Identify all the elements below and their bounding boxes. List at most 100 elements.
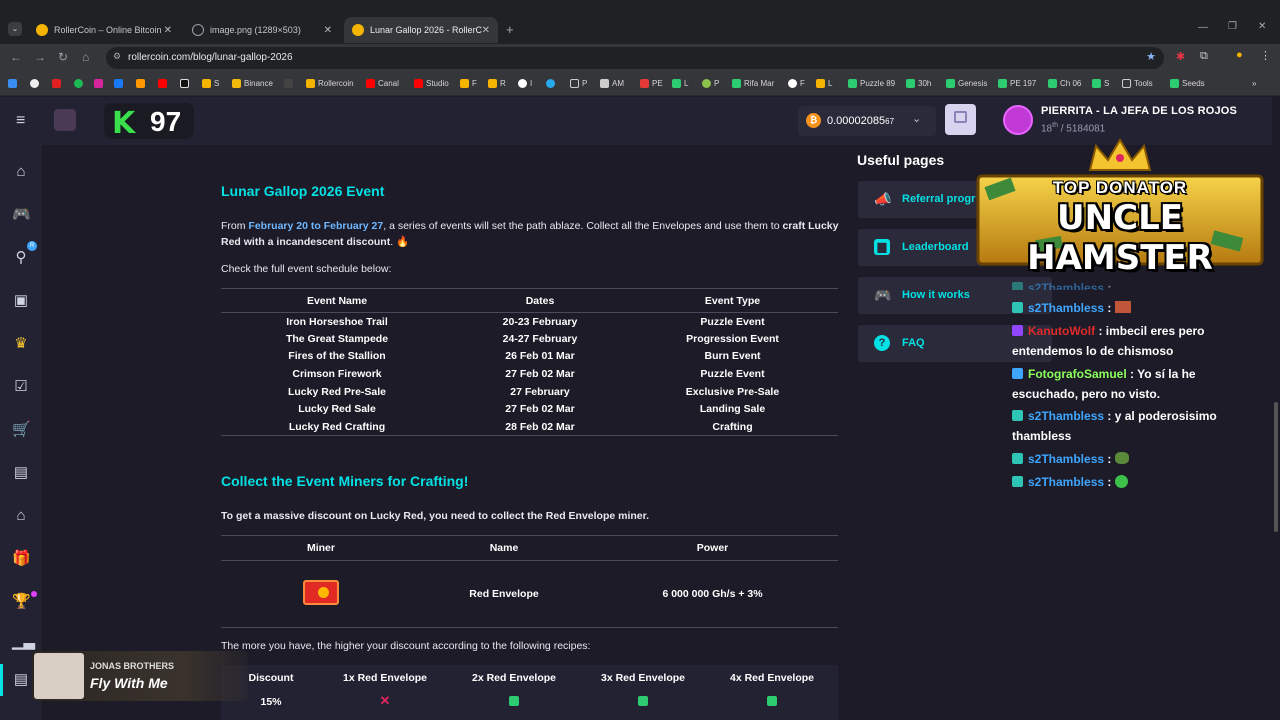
- gift-icon[interactable]: 🎁: [12, 550, 31, 568]
- column-header: Miner: [221, 535, 421, 561]
- crown-icon[interactable]: ♛: [12, 335, 30, 353]
- bookmark-canal[interactable]: Canal: [366, 79, 399, 88]
- username: PIERRITA - LA JEFA DE LOS ROJOS: [1041, 105, 1238, 117]
- bookmark-tools[interactable]: Tools: [1122, 79, 1153, 88]
- referral-icon[interactable]: ⚲: [12, 249, 30, 267]
- profile-icon[interactable]: ●: [1236, 49, 1243, 61]
- bookmark-icon[interactable]: [284, 79, 296, 88]
- bookmark-studio[interactable]: Studio: [414, 79, 449, 88]
- column-header: Dates: [453, 288, 627, 313]
- bookmark-binance[interactable]: Binance: [232, 79, 273, 88]
- scrollbar-thumb[interactable]: [1274, 402, 1278, 532]
- now-playing-overlay: JONAS BROTHERS Fly With Me: [32, 651, 248, 701]
- section-text: To get a massive discount on Lucky Red, …: [221, 510, 650, 522]
- back-icon[interactable]: ←: [10, 50, 22, 64]
- bookmark-30h[interactable]: 30h: [906, 79, 931, 88]
- bookmark-folder-p[interactable]: P: [570, 79, 587, 88]
- bookmark-rifa-mar[interactable]: Rifa Mar: [732, 79, 774, 88]
- article-intro: From February 20 to February 27, a serie…: [221, 220, 839, 248]
- address-bar[interactable]: ⚙ rollercoin.com/blog/lunar-gallop-2026 …: [106, 47, 1164, 69]
- trophy-icon[interactable]: 🏆: [12, 593, 31, 611]
- table-row: Fires of the Stallion 26 Feb 01 Mar Burn E…: [288, 350, 761, 363]
- close-tab-icon[interactable]: ✕: [164, 25, 172, 36]
- bookmark-rollercoin[interactable]: Rollercoin: [306, 79, 354, 88]
- bookmark-icon[interactable]: [114, 79, 126, 88]
- wallet-button[interactable]: [945, 104, 976, 135]
- events-icon[interactable]: ▣: [12, 292, 30, 310]
- close-tab-icon[interactable]: ✕: [324, 25, 332, 36]
- marketplace-icon[interactable]: 🛒: [12, 421, 31, 439]
- bookmark-icon[interactable]: [94, 79, 106, 88]
- bookmark-seeds[interactable]: Seeds: [1170, 79, 1205, 88]
- article-title: Lunar Gallop 2026 Event: [221, 183, 385, 199]
- bookmark-l2[interactable]: L: [816, 79, 832, 88]
- scrollbar[interactable]: [1272, 97, 1280, 720]
- bookmark-puzzle-89[interactable]: Puzzle 89: [848, 79, 895, 88]
- extensions-puzzle-icon[interactable]: ⧉: [1200, 50, 1208, 63]
- site-info-icon[interactable]: ⚙: [113, 51, 121, 62]
- bookmark-r[interactable]: R: [488, 79, 506, 88]
- chat-message: s2Thambless :: [1012, 472, 1242, 492]
- minimize-icon[interactable]: —: [1198, 22, 1208, 33]
- miner-table: Miner Name Power Red Envelope 6 000 000 …: [221, 535, 838, 628]
- game-logo-icon[interactable]: [54, 109, 76, 131]
- chat-badge-icon: [1012, 453, 1023, 464]
- check-icon: [454, 696, 574, 709]
- bookmark-icon[interactable]: [52, 79, 64, 88]
- emote-icon: [1114, 301, 1131, 313]
- bookmark-icon[interactable]: [136, 79, 148, 88]
- bookmark-f[interactable]: F: [460, 79, 477, 88]
- avatar[interactable]: [1003, 105, 1033, 135]
- more-bookmarks-icon[interactable]: »: [1252, 79, 1256, 88]
- donator-label: TOP DONATOR: [1052, 178, 1188, 197]
- bookmark-pe[interactable]: PE: [640, 79, 663, 88]
- tab-image[interactable]: image.png (1289×503) ✕: [184, 18, 340, 42]
- bookmark-icon[interactable]: [158, 79, 170, 88]
- bookmark-star-icon[interactable]: ★: [1146, 50, 1156, 63]
- home-icon[interactable]: ⌂: [12, 163, 30, 181]
- table-row: Iron Horseshoe Trail 20-23 February Puzzle…: [286, 315, 765, 328]
- bookmark-icon[interactable]: [74, 79, 86, 88]
- menu-icon[interactable]: ≡: [16, 112, 25, 130]
- cross-icon: ✕: [379, 693, 391, 708]
- bookmark-icon[interactable]: [8, 79, 20, 88]
- bookmark-genesis[interactable]: Genesis: [946, 79, 987, 88]
- window-close-icon[interactable]: ✕: [1258, 21, 1266, 32]
- forward-icon[interactable]: →: [34, 50, 46, 64]
- bookmark-f2[interactable]: F: [788, 79, 805, 88]
- bookmark-icon[interactable]: [180, 79, 192, 88]
- globe-icon: [192, 24, 204, 36]
- bookmark-pe-197[interactable]: PE 197: [998, 79, 1036, 88]
- store-icon[interactable]: ▤: [12, 464, 30, 482]
- home-icon[interactable]: ⌂: [82, 50, 89, 64]
- bookmark-s2[interactable]: S: [1092, 79, 1109, 88]
- gamepad-icon[interactable]: 🎮: [12, 206, 31, 224]
- event-schedule-table: Event Name Dates Event Type Iron Horsesh…: [221, 288, 838, 437]
- bookmark-i[interactable]: I: [518, 79, 532, 88]
- bookmark-icon[interactable]: [546, 79, 558, 88]
- reload-icon[interactable]: ↻: [58, 50, 68, 64]
- menu-kebab-icon[interactable]: ⋮: [1260, 49, 1271, 62]
- bookmark-am[interactable]: AM: [600, 79, 624, 88]
- new-tab-icon[interactable]: +: [506, 22, 514, 37]
- close-tab-icon[interactable]: ✕: [482, 25, 490, 36]
- tab-list-button[interactable]: ⌄: [8, 22, 22, 36]
- blog-icon[interactable]: ▤: [12, 671, 30, 689]
- chat-message: s2Thambless : y al poderosisimo thambles…: [1012, 409, 1217, 443]
- bookmark-s[interactable]: S: [202, 79, 219, 88]
- extension-icon[interactable]: ✱: [1176, 50, 1185, 63]
- maximize-icon[interactable]: ❐: [1228, 21, 1237, 32]
- bank-icon[interactable]: ⌂: [12, 507, 30, 525]
- chat-badge-icon: [1012, 325, 1023, 336]
- balance-selector[interactable]: ₿ 0.0000208567 ⌄: [798, 106, 936, 136]
- bookmark-ch-06[interactable]: Ch 06: [1048, 79, 1081, 88]
- tab-rollercoin-main[interactable]: RollerCoin – Online Bitcoin Min ✕: [28, 18, 180, 42]
- column-header: Event Name: [221, 288, 453, 313]
- tab-lunar-gallop[interactable]: Lunar Gallop 2026 - RollerCoin ✕: [344, 17, 498, 43]
- bookmark-l[interactable]: L: [672, 79, 688, 88]
- bookmark-p[interactable]: P: [702, 79, 719, 88]
- song-title: Fly With Me: [90, 675, 168, 691]
- leaderboard-icon[interactable]: ▁▃: [12, 633, 35, 651]
- bookmark-icon[interactable]: [30, 79, 42, 88]
- tasks-icon[interactable]: ☑: [12, 378, 30, 396]
